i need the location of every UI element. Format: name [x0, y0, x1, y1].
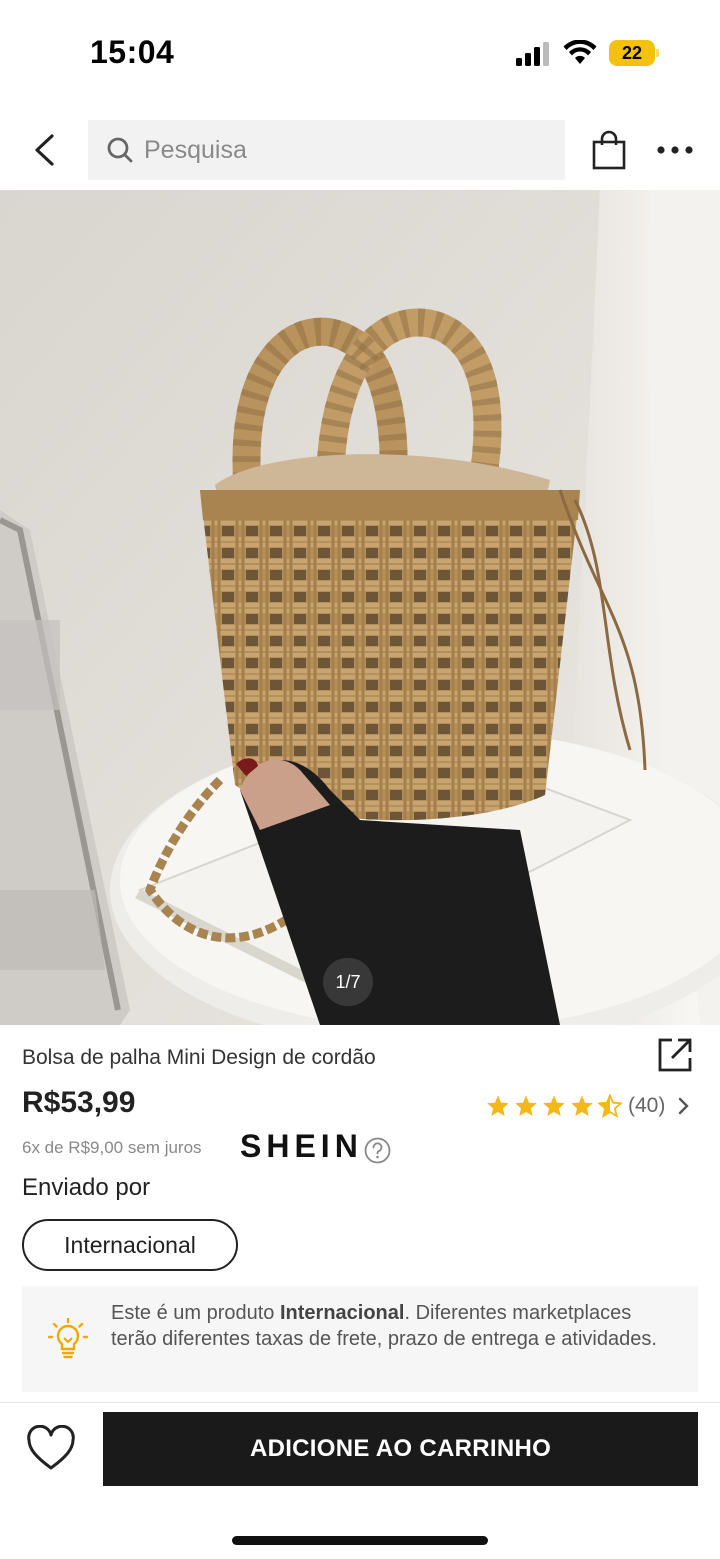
shipped-by-label: Enviado por [22, 1174, 151, 1201]
product-price: R$53,99 [22, 1086, 136, 1119]
search-placeholder: Pesquisa [144, 135, 247, 164]
half-star-icon [598, 1094, 622, 1118]
international-notice: Este é um produto Internacional. Diferen… [22, 1286, 698, 1392]
lightbulb-icon [48, 1318, 88, 1359]
shipping-origin-chip[interactable]: Internacional [22, 1219, 238, 1271]
more-dots-icon [657, 146, 693, 154]
gallery-page-indicator: 1/7 [323, 958, 373, 1006]
rating-stars [486, 1094, 626, 1118]
rating-count: (40) [628, 1094, 666, 1117]
star-icon [543, 1095, 565, 1116]
shein-logo: SHEIN [240, 1128, 363, 1164]
product-photo [0, 190, 720, 1025]
notice-text: Este é um produto Internacional. Diferen… [111, 1302, 657, 1350]
add-to-cart-button[interactable]: ADICIONE AO CARRINHO [103, 1412, 698, 1486]
more-button[interactable] [652, 134, 698, 166]
back-arrow-icon [35, 134, 54, 166]
help-icon[interactable] [364, 1137, 391, 1164]
home-indicator[interactable] [232, 1536, 488, 1545]
battery-level: 22 [609, 40, 655, 66]
product-image[interactable]: 1/7 [0, 190, 720, 1025]
battery-icon: 22 [609, 40, 659, 66]
star-icon [571, 1095, 593, 1116]
rating-summary[interactable]: (40) [486, 1092, 691, 1120]
chevron-right-icon [679, 1097, 690, 1115]
status-bar: 15:04 22 [0, 0, 720, 100]
wifi-icon [563, 40, 597, 64]
back-button[interactable] [22, 128, 66, 172]
search-input[interactable]: Pesquisa [88, 120, 565, 180]
wishlist-heart-icon[interactable] [26, 1425, 76, 1473]
shopping-bag-button[interactable] [586, 126, 632, 174]
bottom-divider [0, 1402, 720, 1403]
star-icon [515, 1095, 537, 1116]
share-icon[interactable] [656, 1036, 694, 1074]
product-title: Bolsa de palha Mini Design de cordão [22, 1046, 376, 1069]
installments-text: 6x de R$9,00 sem juros [22, 1138, 202, 1157]
star-icon [487, 1095, 509, 1116]
search-icon [107, 137, 133, 163]
top-nav: Pesquisa [0, 118, 720, 182]
signal-icon [516, 42, 549, 66]
shopping-bag-icon [592, 130, 626, 170]
status-time: 15:04 [90, 34, 175, 70]
